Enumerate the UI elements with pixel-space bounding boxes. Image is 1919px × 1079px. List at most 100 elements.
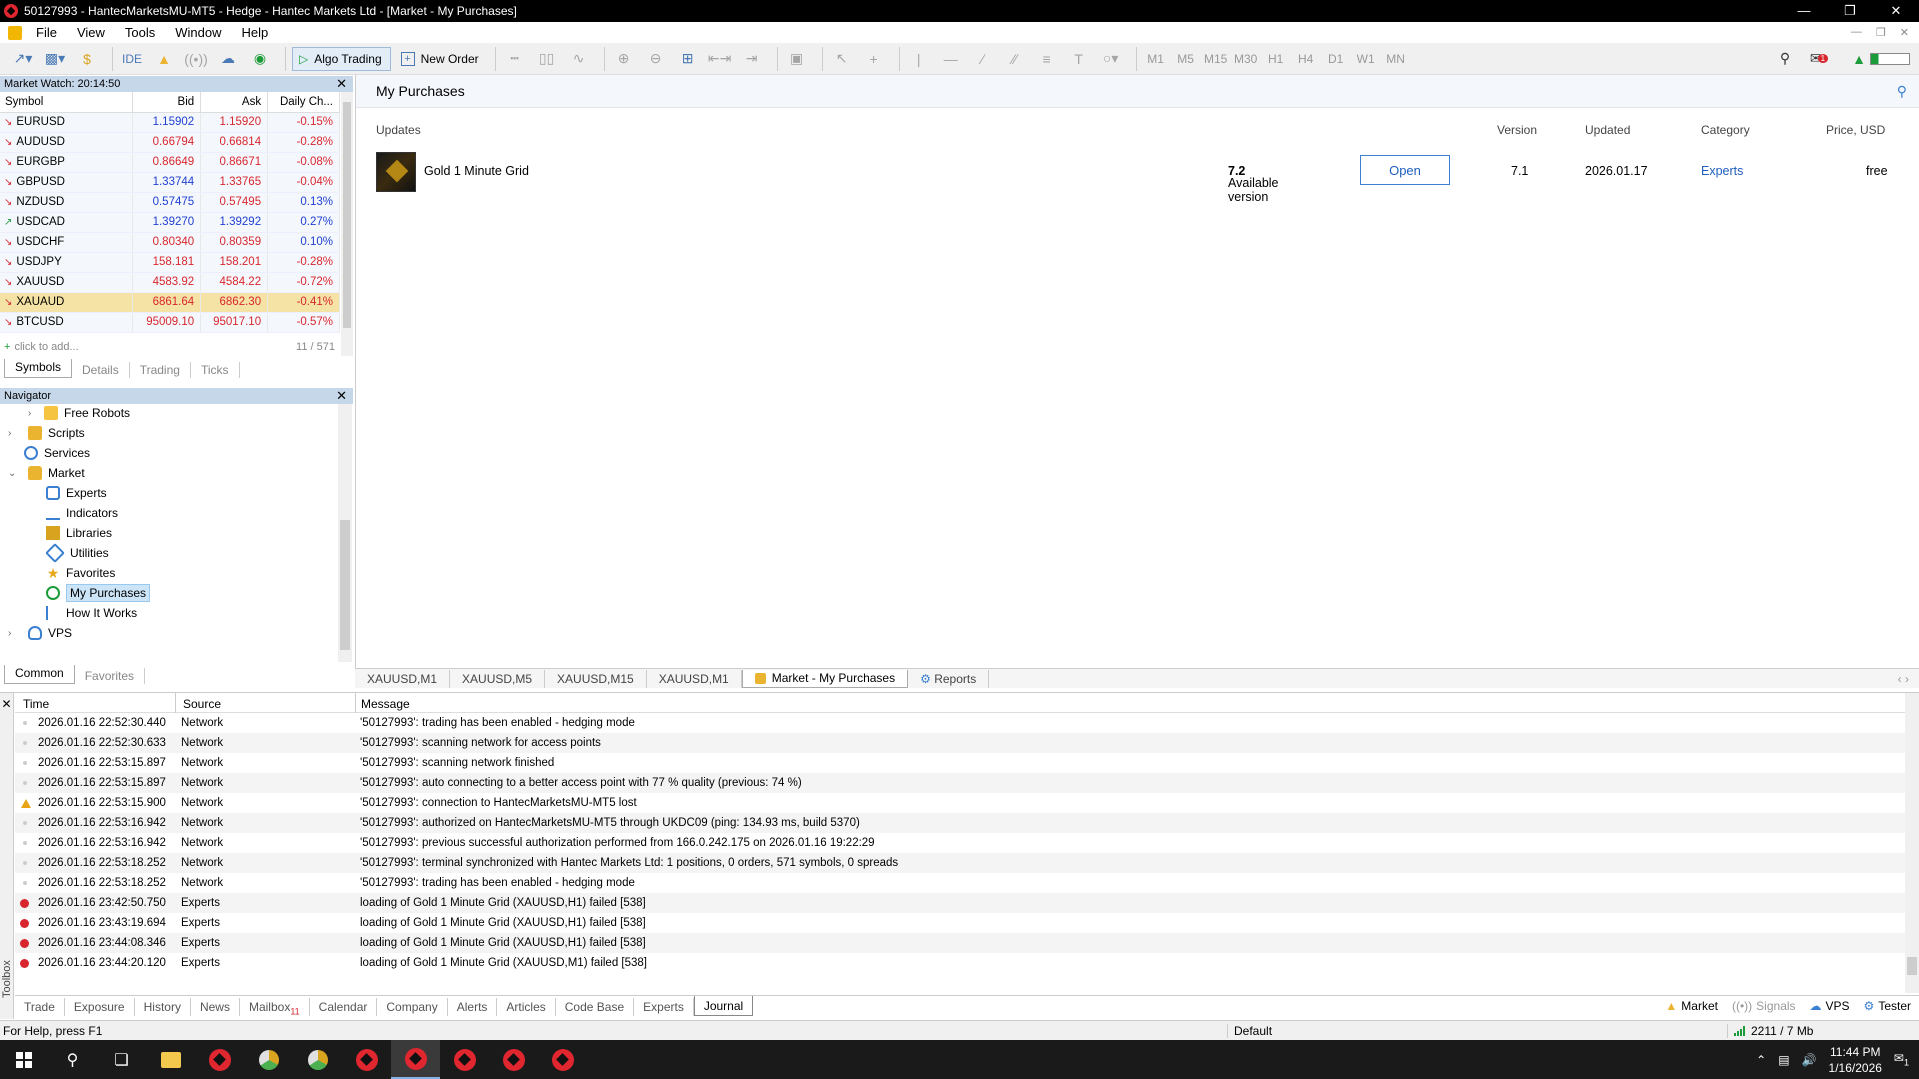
channel-icon[interactable]: ∕∕	[1002, 47, 1028, 71]
tab-calendar[interactable]: Calendar	[310, 998, 378, 1016]
market-watch-scrollbar[interactable]	[341, 92, 353, 356]
volume-icon[interactable]: 🔊	[1802, 1053, 1817, 1067]
tester-link[interactable]: ⚙ Tester	[1864, 999, 1911, 1013]
signal-level-icon[interactable]: ▲	[1846, 47, 1872, 71]
tab-details[interactable]: Details	[72, 362, 130, 378]
journal-row[interactable]: 2026.01.16 23:43:19.694 Experts loading of…	[15, 913, 1905, 933]
candlestick-icon[interactable]: ▯▯	[534, 47, 560, 71]
timeframe-h4[interactable]: H4	[1293, 47, 1319, 71]
timeframe-d1[interactable]: D1	[1323, 47, 1349, 71]
add-symbol-text[interactable]: click to add...	[14, 341, 78, 353]
market-watch-row[interactable]: ↘ AUDUSD 0.66794 0.66814 -0.28%	[0, 132, 340, 153]
notification-center-icon[interactable]: ✉1	[1894, 1051, 1909, 1067]
market-link[interactable]: ▲ Market	[1665, 999, 1718, 1013]
restore-button[interactable]: ❐	[1827, 3, 1873, 19]
symbol-cell[interactable]: ↘ XAUAUD	[0, 292, 134, 313]
column-daily-change[interactable]: Daily Ch...	[267, 92, 340, 113]
algo-trading-button[interactable]: ▷ Algo Trading	[292, 46, 391, 71]
shapes-icon[interactable]: ○▾	[1098, 47, 1124, 71]
profile-name[interactable]: Default	[1227, 1023, 1727, 1038]
timeframe-h1[interactable]: H1	[1263, 47, 1289, 71]
tab-trade[interactable]: Trade	[15, 998, 65, 1016]
vps-cloud-icon[interactable]: ☁	[215, 47, 241, 71]
nav-item-how-it-works[interactable]: How It Works	[46, 604, 137, 622]
timeframe-m1[interactable]: M1	[1143, 47, 1169, 71]
minimize-button[interactable]: —	[1781, 3, 1827, 19]
column-bid[interactable]: Bid	[132, 92, 202, 113]
task-view-icon[interactable]: ❏	[97, 1040, 146, 1079]
nav-item-libraries[interactable]: Libraries	[46, 524, 112, 542]
symbol-cell[interactable]: ↘ USDJPY	[0, 252, 134, 273]
menu-file[interactable]: File	[28, 25, 69, 40]
start-button[interactable]	[0, 1040, 48, 1079]
zoom-in-icon[interactable]: ⊕	[611, 47, 637, 71]
symbol-cell[interactable]: ↘ USDCHF	[0, 232, 134, 253]
vps-link[interactable]: ☁ VPS	[1810, 999, 1850, 1013]
journal-row[interactable]: 2026.01.16 22:53:16.942 Network '50127993'…	[15, 813, 1905, 833]
tab-news[interactable]: News	[191, 998, 240, 1016]
journal-row[interactable]: 2026.01.16 22:53:15.897 Network '50127993'…	[15, 753, 1905, 773]
market-watch-row[interactable]: ↘ NZDUSD 0.57475 0.57495 0.13%	[0, 192, 340, 213]
symbol-cell[interactable]: ↗ USDCAD	[0, 212, 134, 233]
clock[interactable]: 11:44 PM 1/16/2026	[1829, 1044, 1882, 1076]
child-minimize-button[interactable]: —	[1851, 26, 1862, 39]
metatrader-taskbar-icon-2[interactable]	[342, 1040, 391, 1079]
tab-company[interactable]: Company	[377, 998, 448, 1016]
nav-item-indicators[interactable]: Indicators	[46, 504, 118, 522]
menu-window[interactable]: Window	[167, 25, 233, 40]
journal-row[interactable]: 2026.01.16 23:42:50.750 Experts loading of…	[15, 893, 1905, 913]
tab-reports[interactable]: ⚙ Reports	[908, 669, 990, 688]
tab-symbols[interactable]: Symbols	[4, 359, 73, 378]
tab-trading[interactable]: Trading	[130, 362, 191, 378]
column-message[interactable]: Message	[361, 697, 410, 713]
text-tool-icon[interactable]: T	[1066, 47, 1092, 71]
open-button[interactable]: Open	[1360, 155, 1450, 185]
tab-favorites[interactable]: Favorites	[75, 668, 146, 684]
menu-tools[interactable]: Tools	[117, 25, 167, 40]
close-market-watch-icon[interactable]: ✕	[336, 76, 347, 92]
journal-row[interactable]: 2026.01.16 22:52:30.633 Network '50127993'…	[15, 733, 1905, 753]
market-watch-row[interactable]: ↘ USDCHF 0.80340 0.80359 0.10%	[0, 232, 340, 253]
file-explorer-icon[interactable]	[146, 1040, 195, 1079]
trend-line-icon[interactable]: ∕	[970, 47, 996, 71]
search-icon[interactable]: ⚲	[48, 1040, 97, 1079]
timeframe-m15[interactable]: M15	[1203, 47, 1229, 71]
journal-row[interactable]: 2026.01.16 22:53:15.900 Network '50127993'…	[15, 793, 1905, 813]
nav-item-utilities[interactable]: Utilities	[45, 543, 109, 563]
metatrader-taskbar-icon[interactable]	[195, 1040, 244, 1079]
journal-row[interactable]: 2026.01.16 22:52:30.440 Network '50127993'…	[15, 713, 1905, 733]
column-ask[interactable]: Ask	[200, 92, 269, 113]
nav-item-market[interactable]: ⌄ Market	[8, 464, 85, 482]
tab-common[interactable]: Common	[4, 665, 75, 684]
timeframe-m30[interactable]: M30	[1233, 47, 1259, 71]
column-time[interactable]: Time	[23, 697, 49, 713]
cursor-icon[interactable]: ↖	[829, 47, 855, 71]
child-restore-button[interactable]: ❐	[1876, 26, 1886, 39]
close-toolbox-icon[interactable]: ✕	[0, 697, 13, 711]
signals-link[interactable]: ((•)) Signals	[1732, 999, 1796, 1013]
journal-row[interactable]: 2026.01.16 22:53:18.252 Network '50127993'…	[15, 873, 1905, 893]
tab-xauusd-m5[interactable]: XAUUSD,M5	[450, 669, 546, 688]
symbol-cell[interactable]: ↘ XAUUSD	[0, 272, 134, 293]
symbol-cell[interactable]: ↘ NZDUSD	[0, 192, 134, 213]
add-symbol-row[interactable]: + click to add... 11 / 571	[0, 338, 341, 356]
market-bag-icon[interactable]: ▲	[151, 47, 177, 71]
symbol-cell[interactable]: ↘ AUDUSD	[0, 132, 134, 153]
chrome-icon[interactable]	[244, 1040, 293, 1079]
tab-exposure[interactable]: Exposure	[65, 998, 135, 1016]
journal-scrollbar[interactable]	[1905, 693, 1919, 993]
product-name[interactable]: Gold 1 Minute Grid	[424, 164, 529, 178]
close-window-button[interactable]: ✕	[1873, 3, 1919, 19]
tab-xauusd-m15[interactable]: XAUUSD,M15	[545, 669, 647, 688]
chevron-up-icon[interactable]: ⌃	[1756, 1053, 1766, 1067]
column-symbol[interactable]: Symbol	[0, 92, 134, 113]
tab-xauusd-m1[interactable]: XAUUSD,M1	[355, 669, 451, 688]
nav-item-vps[interactable]: › VPS	[8, 624, 72, 642]
bar-chart-icon[interactable]: ┅	[502, 47, 528, 71]
journal-row[interactable]: 2026.01.16 22:53:16.942 Network '50127993'…	[15, 833, 1905, 853]
dollar-icon[interactable]: $	[74, 47, 100, 71]
chrome-icon-2[interactable]	[293, 1040, 342, 1079]
search-icon[interactable]: ⚲	[1772, 47, 1798, 71]
tab-alerts[interactable]: Alerts	[448, 998, 498, 1016]
metatrader-taskbar-icon-5[interactable]	[538, 1040, 587, 1079]
